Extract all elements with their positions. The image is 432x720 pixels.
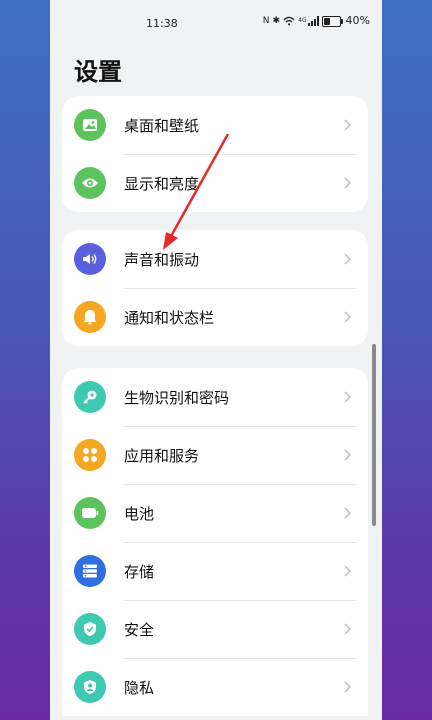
settings-item-sound[interactable]: 声音和振动 [62, 230, 368, 288]
settings-screen: 11:38 N ✱ 4G 40% 设置 桌面和壁纸 显示和亮度 声音和振动 通知… [50, 0, 382, 720]
settings-item-security[interactable]: 安全 [62, 600, 368, 658]
chevron-right-icon [344, 391, 352, 403]
chevron-right-icon [344, 311, 352, 323]
apps-icon [74, 439, 106, 471]
battery-icon [321, 15, 343, 27]
settings-item-label: 通知和状态栏 [124, 308, 215, 327]
settings-item-label: 生物识别和密码 [124, 388, 230, 407]
settings-item-label: 存储 [124, 562, 155, 581]
scrollbar[interactable] [372, 344, 376, 526]
settings-item-label: 桌面和壁纸 [124, 116, 200, 135]
bell-icon [74, 301, 106, 333]
storage-icon [74, 555, 106, 587]
chevron-right-icon [344, 507, 352, 519]
bluetooth-icon: ✱ [272, 16, 281, 26]
settings-item-wallpaper[interactable]: 桌面和壁纸 [62, 96, 368, 154]
settings-item-label: 声音和振动 [124, 250, 200, 269]
shield-icon [74, 613, 106, 645]
settings-item-battery[interactable]: 电池 [62, 484, 368, 542]
chevron-right-icon [344, 449, 352, 461]
chevron-right-icon [344, 565, 352, 577]
chevron-right-icon [344, 253, 352, 265]
settings-group-1: 桌面和壁纸 显示和亮度 [62, 96, 368, 212]
chevron-right-icon [344, 623, 352, 635]
battery-percent: 40% [345, 14, 370, 27]
settings-item-storage[interactable]: 存储 [62, 542, 368, 600]
settings-item-label: 隐私 [124, 678, 155, 697]
settings-group-2: 声音和振动 通知和状态栏 [62, 230, 368, 346]
settings-item-biometrics[interactable]: 生物识别和密码 [62, 368, 368, 426]
volume-icon [74, 243, 106, 275]
page-title: 设置 [74, 58, 122, 86]
nfc-icon: N [262, 16, 270, 26]
settings-item-display[interactable]: 显示和亮度 [62, 154, 368, 212]
settings-group-3: 生物识别和密码 应用和服务 电池 存储 安全 隐私 [62, 368, 368, 716]
chevron-right-icon [344, 177, 352, 189]
settings-item-label: 电池 [124, 504, 155, 523]
privacy-icon [74, 671, 106, 703]
eye-icon [74, 167, 106, 199]
wifi-icon [283, 16, 295, 26]
chevron-right-icon [344, 119, 352, 131]
status-time: 11:38 [146, 17, 178, 30]
wallpaper-icon [74, 109, 106, 141]
battery-icon [74, 497, 106, 529]
settings-item-apps[interactable]: 应用和服务 [62, 426, 368, 484]
settings-item-label: 显示和亮度 [124, 174, 200, 193]
settings-item-privacy[interactable]: 隐私 [62, 658, 368, 716]
status-icons: N ✱ 4G 40% [263, 15, 370, 27]
settings-item-label: 安全 [124, 620, 155, 639]
key-icon [74, 381, 106, 413]
settings-item-notifications[interactable]: 通知和状态栏 [62, 288, 368, 346]
network-type: 4G [298, 17, 307, 24]
settings-item-label: 应用和服务 [124, 446, 200, 465]
signal-icon [307, 16, 319, 26]
status-bar: 11:38 N ✱ 4G 40% [50, 0, 382, 46]
chevron-right-icon [344, 681, 352, 693]
